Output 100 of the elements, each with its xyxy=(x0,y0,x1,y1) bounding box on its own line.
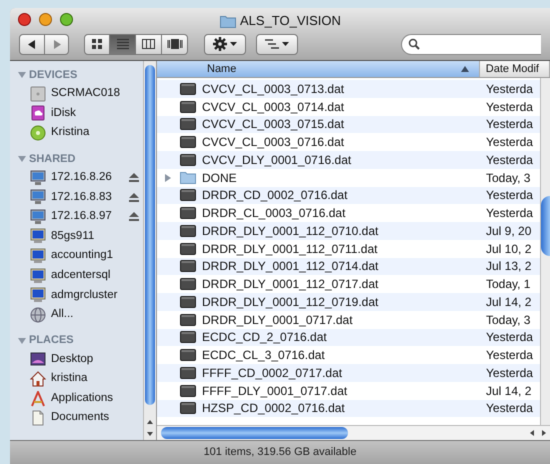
monitor-icon xyxy=(30,189,46,206)
date-modified: Yesterda xyxy=(485,134,533,152)
date-modified: Jul 10, 2 xyxy=(485,240,532,258)
sidebar-item[interactable]: Documents xyxy=(51,409,110,427)
monitor-icon xyxy=(30,268,46,284)
file-name: FFFF_CD_0002_0717.dat xyxy=(202,364,342,382)
file-icon xyxy=(180,224,196,237)
scroll-thumb[interactable] xyxy=(161,427,348,439)
date-modified: Jul 14, 2 xyxy=(485,294,532,311)
date-modified: Yesterda xyxy=(485,116,533,134)
date-modified: Yesterda xyxy=(485,80,533,98)
cover-flow-icon xyxy=(166,38,182,50)
hard-drive-icon xyxy=(30,86,46,102)
file-name: DRDR_DLY_0001_112_0717.dat xyxy=(202,276,378,294)
file-icon xyxy=(180,402,196,414)
file-icon xyxy=(180,260,196,272)
date-modified: Jul 13, 2 xyxy=(485,258,532,276)
view-mode-button[interactable] xyxy=(162,34,188,54)
file-name: CVCV_DLY_0001_0716.dat xyxy=(202,152,352,169)
file-icon xyxy=(180,136,196,148)
file-icon xyxy=(180,189,196,202)
view-mode-button[interactable] xyxy=(84,34,110,54)
file-icon xyxy=(180,296,196,308)
file-row[interactable]: DRDR_DLY_0001_112_0719.dat Jul 14, 2 xyxy=(157,293,540,311)
caret-icon xyxy=(282,42,289,46)
sidebar-item[interactable]: 172.16.8.97 xyxy=(51,208,112,226)
sidebar-item[interactable]: SCRMAC018 xyxy=(51,85,120,102)
column-header[interactable]: Date Modif xyxy=(480,61,550,77)
action-menu-button[interactable] xyxy=(204,34,246,54)
arrange-menu-button[interactable] xyxy=(256,34,298,54)
folder-icon xyxy=(220,14,236,28)
house-icon xyxy=(30,370,46,387)
file-row[interactable]: ECDC_CD_2_0716.dat Yesterda xyxy=(157,328,540,346)
file-icon xyxy=(180,118,196,130)
view-mode-button[interactable] xyxy=(110,34,136,54)
columns-view-icon xyxy=(142,38,155,50)
window-title: ALS_TO_VISION xyxy=(240,12,341,30)
file-row[interactable]: FFFF_CD_0002_0717.dat Yesterda xyxy=(157,364,540,382)
search-field[interactable] xyxy=(401,34,541,54)
column-header[interactable]: Name xyxy=(157,61,480,77)
sidebar-item[interactable]: 85gs911 xyxy=(51,228,94,245)
file-row[interactable]: CVCV_CL_0003_0713.dat Yesterda xyxy=(157,80,540,98)
disclosure-triangle-icon xyxy=(164,174,172,182)
applications-icon xyxy=(30,390,46,407)
date-modified: Yesterda xyxy=(485,152,533,169)
close-button[interactable] xyxy=(18,12,31,26)
file-row[interactable]: DRDR_DLY_0001_112_0710.dat Jul 9, 20 xyxy=(157,222,540,240)
date-modified: Yesterda xyxy=(485,364,533,382)
file-name: HZSP_CD_0002_0716.dat xyxy=(202,400,345,418)
scrollbar[interactable] xyxy=(540,78,550,425)
back-button[interactable] xyxy=(19,34,45,54)
sidebar-item[interactable]: 172.16.8.26 xyxy=(51,168,112,186)
gear-icon xyxy=(213,37,227,51)
sidebar-item[interactable]: Applications xyxy=(51,390,114,408)
file-name: DRDR_CD_0002_0716.dat xyxy=(202,187,348,204)
scrollbar[interactable] xyxy=(143,61,156,440)
minimize-button[interactable] xyxy=(39,12,52,26)
file-row[interactable]: DRDR_CD_0002_0716.dat Yesterda xyxy=(157,186,540,204)
file-name: DONE xyxy=(202,170,237,187)
scroll-thumb[interactable] xyxy=(541,196,550,256)
sidebar-item[interactable]: 172.16.8.83 xyxy=(51,188,112,206)
folder-icon xyxy=(180,171,196,184)
zoom-button[interactable] xyxy=(60,12,73,26)
file-icon xyxy=(180,314,196,326)
sidebar-item[interactable]: All... xyxy=(51,306,74,324)
globe-icon xyxy=(30,306,46,323)
date-modified: Today, 3 xyxy=(485,170,530,187)
view-mode-button[interactable] xyxy=(136,34,162,54)
monitor-icon xyxy=(30,170,46,186)
scrollbar[interactable] xyxy=(157,425,550,440)
date-modified: Jul 9, 20 xyxy=(485,222,532,240)
file-row[interactable]: HZSP_CD_0002_0716.dat Yesterda xyxy=(157,400,540,418)
file-icon xyxy=(180,384,196,397)
sidebar-item[interactable]: accounting1 xyxy=(51,247,114,265)
file-row[interactable]: DRDR_DLY_0001_112_0714.dat Jul 13, 2 xyxy=(157,258,540,276)
file-name: DRDR_DLY_0001_112_0711.dat xyxy=(202,240,378,258)
monitor-icon xyxy=(30,208,46,225)
sidebar-item[interactable]: Kristina xyxy=(51,124,90,142)
sidebar-heading: SHARED xyxy=(29,152,76,167)
sidebar-item[interactable]: adcentersql xyxy=(51,266,110,284)
eject-icon[interactable] xyxy=(129,192,139,202)
sidebar-item[interactable]: Desktop xyxy=(51,350,94,368)
file-icon xyxy=(180,207,196,220)
file-icon xyxy=(180,154,196,166)
sidebar-item[interactable]: admgrcluster xyxy=(51,286,118,304)
file-name: DRDR_DLY_0001_0717.dat xyxy=(202,312,353,329)
desktop-icon xyxy=(30,351,46,368)
sidebar-item[interactable]: kristina xyxy=(51,370,88,388)
grid-view-icon xyxy=(91,38,103,50)
arrange-icon xyxy=(265,39,279,49)
scroll-thumb[interactable] xyxy=(145,65,155,405)
file-name: CVCV_CL_0003_0715.dat xyxy=(202,116,344,134)
sidebar-item[interactable]: iDisk xyxy=(51,104,76,122)
eject-icon[interactable] xyxy=(129,173,139,182)
forward-button[interactable] xyxy=(45,34,69,54)
eject-icon[interactable] xyxy=(129,212,139,222)
file-row[interactable]: CVCV_DLY_0001_0716.dat Yesterda xyxy=(157,151,540,169)
file-name: DRDR_DLY_0001_112_0710.dat xyxy=(202,222,378,240)
date-modified: Yesterda xyxy=(485,98,533,116)
file-row[interactable]: CVCV_CL_0003_0715.dat Yesterda xyxy=(157,116,540,134)
